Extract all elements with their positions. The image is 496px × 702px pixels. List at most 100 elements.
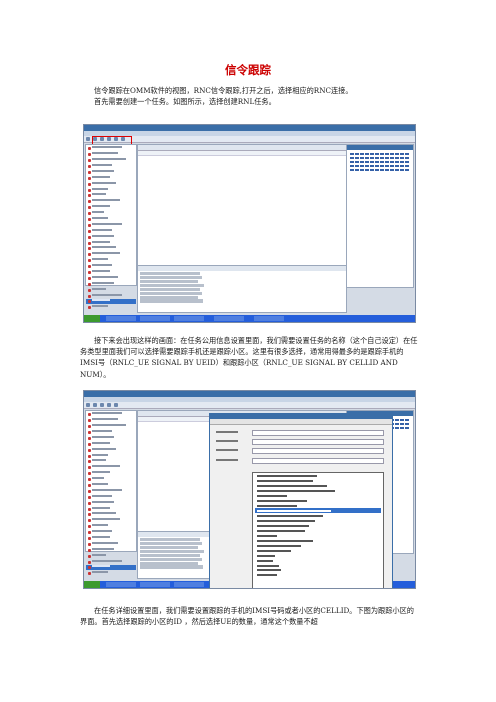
screenshot-omm-main-window — [83, 124, 416, 323]
tree-row — [86, 175, 136, 181]
task-type-option — [255, 533, 381, 538]
tree-row — [86, 246, 136, 251]
tree-row — [86, 193, 136, 198]
tree-row — [86, 305, 136, 310]
rnc-id-row — [216, 448, 386, 454]
task-type-dropdown — [252, 472, 384, 588]
tree-row — [86, 482, 136, 488]
window-toolbar — [84, 402, 415, 409]
navigation-tree — [85, 410, 137, 576]
tree-row — [86, 471, 136, 476]
task-type-option — [255, 548, 381, 553]
task-type-option — [255, 488, 381, 493]
task-table-header — [138, 151, 346, 156]
intro-paragraph: 信令跟踪在OMM软件的视图，RNC信令跟踪,打开之后，选择相应的RNC连接。 首… — [80, 85, 420, 107]
tree-row — [86, 559, 136, 565]
tree-row — [86, 441, 136, 447]
task-type-option — [255, 568, 381, 573]
tree-row — [86, 541, 136, 547]
rnc-selection-panel — [346, 144, 414, 288]
navigation-tree — [85, 144, 137, 310]
tree-row — [86, 228, 136, 234]
tree-row — [86, 500, 136, 506]
create-task-dialog — [209, 413, 393, 588]
tree-row — [86, 234, 136, 240]
tree-row — [86, 465, 136, 470]
tree-row — [86, 453, 136, 459]
tree-row — [86, 181, 136, 187]
log-pane — [137, 265, 347, 313]
tree-row — [86, 571, 136, 576]
task-type-option — [255, 513, 381, 518]
task-type-option — [255, 503, 381, 508]
window-toolbar — [84, 136, 415, 143]
dialog-tabs — [210, 419, 392, 425]
tree-row — [86, 146, 136, 151]
task-type-row — [216, 458, 386, 464]
tree-row — [86, 547, 136, 553]
task-type-option — [255, 473, 381, 478]
tree-row — [86, 222, 136, 228]
task-type-option — [255, 563, 381, 568]
tree-row — [86, 494, 136, 500]
paragraph-2: 接下来会出现这样的画面：在任务公用信息设置里面，我们需要设置任务的名称（这个自己… — [80, 335, 420, 380]
toolbar-icon — [114, 403, 118, 407]
tree-row — [86, 512, 136, 517]
task-type-option — [255, 538, 381, 543]
task-type-option — [255, 553, 381, 558]
tree-row — [86, 264, 136, 269]
task-type-option — [255, 558, 381, 563]
task-type-option — [255, 528, 381, 533]
task-type-option-selected — [255, 508, 381, 513]
tree-row — [86, 293, 136, 299]
tree-row — [86, 429, 136, 435]
tree-row — [86, 553, 136, 559]
tree-row — [86, 524, 136, 529]
toolbar-icon — [86, 403, 90, 407]
tree-row — [86, 152, 136, 157]
toolbar-icon — [107, 403, 111, 407]
tree-row — [86, 459, 136, 464]
tree-row — [86, 258, 136, 263]
task-type-option — [255, 493, 381, 498]
intro-line-1: 信令跟踪在OMM软件的视图，RNC信令跟踪,打开之后，选择相应的RNC连接。 — [94, 86, 353, 95]
tree-row — [86, 240, 136, 246]
tree-row — [86, 211, 136, 216]
windows-taskbar — [84, 315, 415, 322]
tree-row — [86, 216, 136, 222]
tree-row — [86, 447, 136, 453]
tree-row — [86, 275, 136, 281]
tree-row — [86, 270, 136, 275]
start-button — [84, 581, 100, 588]
tree-row-selected — [86, 299, 136, 305]
tree-row — [86, 163, 136, 169]
tree-row — [86, 205, 136, 210]
tree-row — [86, 477, 136, 482]
task-type-option — [255, 543, 381, 548]
tree-row — [86, 506, 136, 512]
task-type-option — [255, 478, 381, 483]
page-title: 信令跟踪 — [225, 63, 271, 77]
toolbar-icon — [93, 403, 97, 407]
paragraph-2-text: 接下来会出现这样的画面：在任务公用信息设置里面，我们需要设置任务的名称（这个自己… — [80, 336, 418, 379]
task-type-option — [255, 518, 381, 523]
tree-row — [86, 252, 136, 257]
tree-row — [86, 435, 136, 441]
tree-row — [86, 530, 136, 535]
toolbar-icon — [100, 403, 104, 407]
task-desc-row — [216, 439, 386, 445]
tree-row — [86, 536, 136, 541]
toolbar-icon — [86, 137, 90, 141]
tree-row — [86, 169, 136, 175]
task-name-row — [216, 430, 386, 436]
log-tabs — [138, 266, 346, 271]
tree-row — [86, 199, 136, 204]
tree-row — [86, 424, 136, 429]
tree-row — [86, 518, 136, 523]
intro-line-2: 首先需要创建一个任务。如图所示，选择创建RNL任务。 — [94, 97, 276, 107]
paragraph-3: 在任务详细设置里面，我们需要设置跟踪的手机的IMSI号码或者小区的CELLID。… — [80, 605, 420, 627]
paragraph-3-text: 在任务详细设置里面，我们需要设置跟踪的手机的IMSI号码或者小区的CELLID。… — [80, 606, 414, 627]
tree-row — [86, 281, 136, 287]
tree-row — [86, 158, 136, 163]
tree-row — [86, 418, 136, 423]
